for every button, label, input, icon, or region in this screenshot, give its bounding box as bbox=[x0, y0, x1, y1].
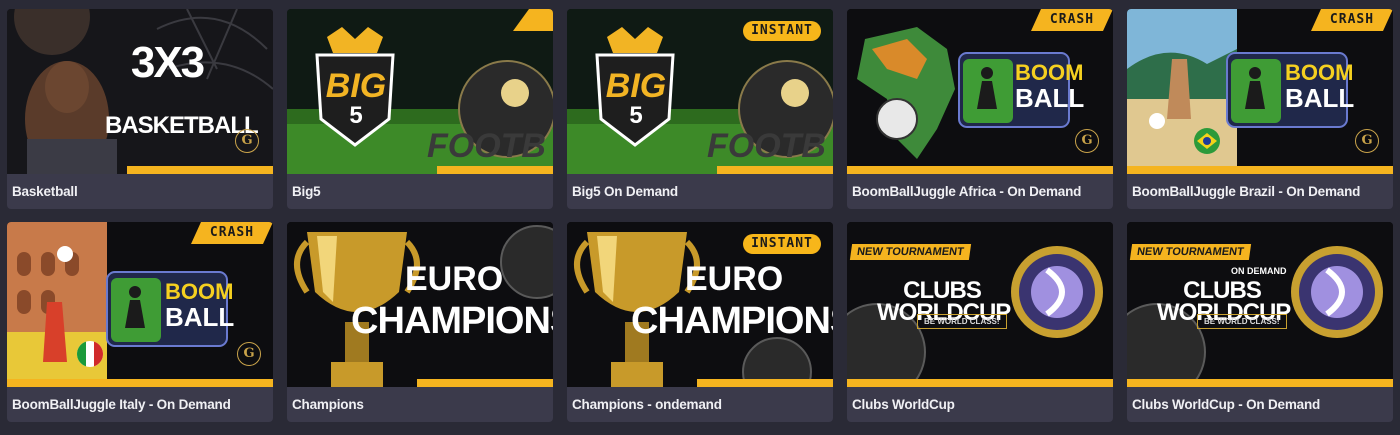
game-card-clubs-worldcup-on-demand[interactable]: NEW TOURNAMENT ON DEMAND CLUBS WORLDCUP … bbox=[1127, 222, 1393, 422]
art-line1: BOOM bbox=[1015, 60, 1084, 85]
game-card-boomball-brazil[interactable]: BOOM BALL G CRASH BoomBallJuggle Brazil … bbox=[1127, 9, 1393, 209]
corner-accent bbox=[513, 9, 553, 31]
basketball-art bbox=[7, 9, 273, 174]
tournament-tag: NEW TOURNAMENT bbox=[1129, 244, 1251, 260]
tournament-tag: NEW TOURNAMENT bbox=[849, 244, 971, 260]
art-slogan: BE WORLD CLASS! bbox=[917, 314, 1007, 329]
game-title: Champions bbox=[292, 397, 364, 412]
art-line1: BOOM bbox=[165, 279, 234, 304]
art-line2: BALL bbox=[1285, 83, 1355, 113]
accent-stripe bbox=[437, 166, 553, 174]
badge-label: INSTANT bbox=[751, 23, 813, 38]
accent-stripe bbox=[417, 379, 553, 387]
game-title: Basketball bbox=[12, 184, 78, 199]
badge-label: CRASH bbox=[209, 225, 255, 240]
game-title: BoomBallJuggle Brazil - On Demand bbox=[1132, 184, 1361, 199]
art-line1: EURO bbox=[405, 260, 504, 298]
game-row: BOOM BALL G CRASH BoomBallJuggle Italy -… bbox=[7, 222, 1394, 422]
art-title: BIG bbox=[325, 67, 387, 105]
provider-logo-icon: G bbox=[1355, 129, 1379, 153]
accent-stripe bbox=[847, 166, 1113, 174]
art-line2: CHAMPIONS bbox=[351, 300, 553, 342]
crash-badge: CRASH bbox=[1031, 9, 1113, 31]
art-line1: EURO bbox=[685, 260, 784, 298]
badge-label: CRASH bbox=[1329, 12, 1375, 27]
game-row: 3X3 BASKETBALL G Basketball BIG 5 FOOTB … bbox=[7, 9, 1394, 209]
provider-logo-icon: G bbox=[1075, 129, 1099, 153]
instant-badge: INSTANT bbox=[743, 234, 821, 254]
accent-stripe bbox=[127, 166, 273, 174]
game-card-champions-ondemand[interactable]: EURO CHAMPIONS INSTANT Champions - ondem… bbox=[567, 222, 833, 422]
accent-stripe bbox=[847, 379, 1113, 387]
game-card-boomball-italy[interactable]: BOOM BALL G CRASH BoomBallJuggle Italy -… bbox=[7, 222, 273, 422]
badge-label: INSTANT bbox=[751, 236, 813, 251]
game-thumbnail: BOOM BALL G CRASH bbox=[7, 222, 273, 387]
art-slogan: BE WORLD CLASS! bbox=[1197, 314, 1287, 329]
crash-badge: CRASH bbox=[191, 222, 273, 244]
accent-stripe bbox=[717, 166, 833, 174]
instant-badge: INSTANT bbox=[743, 21, 821, 41]
game-title: Clubs WorldCup - On Demand bbox=[1132, 397, 1321, 412]
game-title: BoomBallJuggle Africa - On Demand bbox=[852, 184, 1082, 199]
game-thumbnail: 3X3 BASKETBALL G bbox=[7, 9, 273, 174]
game-title: Big5 On Demand bbox=[572, 184, 678, 199]
art-line2: BALL bbox=[165, 302, 235, 332]
game-thumbnail: EURO CHAMPIONS INSTANT bbox=[567, 222, 833, 387]
game-card-big5[interactable]: BIG 5 FOOTB Big5 bbox=[287, 9, 553, 209]
provider-logo-icon: G bbox=[237, 342, 261, 366]
art-word: FOOTB bbox=[707, 127, 826, 165]
badge-label: CRASH bbox=[1049, 12, 1095, 27]
game-title: Big5 bbox=[292, 184, 321, 199]
art-number: 5 bbox=[349, 102, 363, 129]
game-thumbnail: BOOM BALL G CRASH bbox=[1127, 9, 1393, 174]
game-thumbnail: BOOM BALL G CRASH bbox=[847, 9, 1113, 174]
game-thumbnail: BIG 5 FOOTB bbox=[287, 9, 553, 174]
art-line2: BALL bbox=[1015, 83, 1085, 113]
game-card-boomball-africa[interactable]: BOOM BALL G CRASH BoomBallJuggle Africa … bbox=[847, 9, 1113, 209]
art-line2: CHAMPIONS bbox=[631, 300, 833, 342]
art-subtitle: BASKETBALL bbox=[105, 112, 259, 139]
game-grid: 3X3 BASKETBALL G Basketball BIG 5 FOOTB … bbox=[7, 9, 1394, 435]
accent-stripe bbox=[697, 379, 833, 387]
art-number: 5 bbox=[629, 102, 643, 129]
game-thumbnail: NEW TOURNAMENT CLUBS WORLDCUP BE WORLD C… bbox=[847, 222, 1113, 387]
art-title: BIG bbox=[605, 67, 667, 105]
accent-stripe bbox=[7, 379, 273, 387]
game-card-basketball[interactable]: 3X3 BASKETBALL G Basketball bbox=[7, 9, 273, 209]
game-title: Champions - ondemand bbox=[572, 397, 722, 412]
game-thumbnail: EURO CHAMPIONS bbox=[287, 222, 553, 387]
accent-stripe bbox=[1127, 379, 1393, 387]
art-title: 3X3 bbox=[130, 38, 205, 87]
game-title: BoomBallJuggle Italy - On Demand bbox=[12, 397, 231, 412]
accent-stripe bbox=[1127, 166, 1393, 174]
art-line1: BOOM bbox=[1285, 60, 1354, 85]
game-card-clubs-worldcup[interactable]: NEW TOURNAMENT CLUBS WORLDCUP BE WORLD C… bbox=[847, 222, 1113, 422]
game-thumbnail: BIG 5 FOOTB INSTANT bbox=[567, 9, 833, 174]
game-card-big5-on-demand[interactable]: BIG 5 FOOTB INSTANT Big5 On Demand bbox=[567, 9, 833, 209]
provider-logo-icon: G bbox=[235, 129, 259, 153]
on-demand-label: ON DEMAND bbox=[1231, 266, 1287, 276]
crash-badge: CRASH bbox=[1311, 9, 1393, 31]
game-thumbnail: NEW TOURNAMENT ON DEMAND CLUBS WORLDCUP … bbox=[1127, 222, 1393, 387]
game-card-champions[interactable]: EURO CHAMPIONS Champions bbox=[287, 222, 553, 422]
game-title: Clubs WorldCup bbox=[852, 397, 955, 412]
art-word: FOOTB bbox=[427, 127, 546, 165]
